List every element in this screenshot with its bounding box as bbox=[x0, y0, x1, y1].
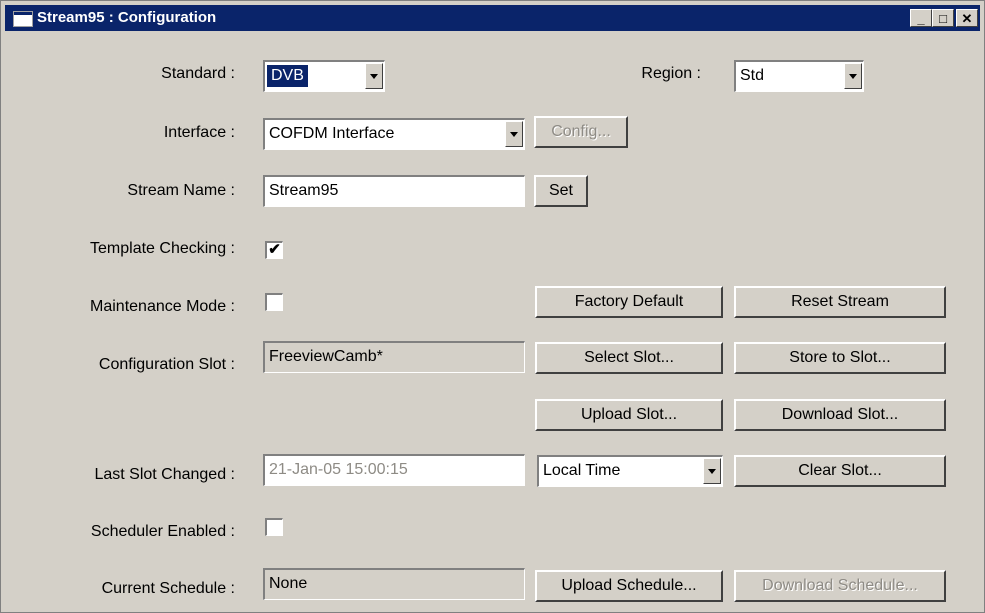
time-mode-value: Local Time bbox=[543, 462, 621, 479]
upload-schedule-button[interactable]: Upload Schedule... bbox=[535, 570, 723, 602]
reset-stream-button[interactable]: Reset Stream bbox=[734, 286, 946, 318]
interface-value: COFDM Interface bbox=[269, 125, 395, 142]
chevron-down-icon[interactable] bbox=[844, 63, 862, 89]
current-schedule-field: None bbox=[263, 568, 525, 600]
select-slot-button[interactable]: Select Slot... bbox=[535, 342, 723, 374]
upload-slot-button[interactable]: Upload Slot... bbox=[535, 399, 723, 431]
interface-label: Interface : bbox=[163, 124, 235, 141]
last-slot-changed-field: 21-Jan-05 15:00:15 bbox=[263, 454, 525, 486]
time-mode-select[interactable]: Local Time bbox=[537, 455, 723, 487]
scheduler-enabled-checkbox[interactable] bbox=[265, 518, 283, 536]
template-checking-label: Template Checking : bbox=[90, 240, 235, 257]
maintenance-mode-label: Maintenance Mode : bbox=[90, 298, 235, 315]
interface-select[interactable]: COFDM Interface bbox=[263, 118, 525, 150]
minimize-button[interactable]: _ bbox=[910, 9, 932, 27]
stream-name-label: Stream Name : bbox=[127, 182, 235, 199]
set-button[interactable]: Set bbox=[534, 175, 588, 207]
configuration-window: Stream95 : Configuration _ □ ✕ Standard … bbox=[0, 0, 985, 613]
configuration-slot-field: FreeviewCamb* bbox=[263, 341, 525, 373]
current-schedule-label: Current Schedule : bbox=[101, 580, 235, 597]
maximize-button[interactable]: □ bbox=[932, 9, 954, 27]
region-value: Std bbox=[740, 67, 765, 84]
standard-value: DVB bbox=[266, 64, 309, 88]
region-select[interactable]: Std bbox=[734, 60, 864, 92]
last-slot-changed-label: Last Slot Changed : bbox=[94, 466, 235, 483]
standard-select[interactable]: DVB bbox=[263, 60, 385, 92]
standard-label: Standard : bbox=[161, 65, 235, 82]
window-icon bbox=[13, 11, 33, 27]
configuration-slot-label: Configuration Slot : bbox=[98, 356, 235, 373]
title-bar[interactable]: Stream95 : Configuration _ □ ✕ bbox=[5, 5, 980, 31]
chevron-down-icon[interactable] bbox=[365, 63, 383, 89]
close-button[interactable]: ✕ bbox=[956, 9, 978, 27]
stream-name-input[interactable]: Stream95 bbox=[263, 175, 525, 207]
download-slot-button[interactable]: Download Slot... bbox=[734, 399, 946, 431]
window-title: Stream95 : Configuration bbox=[37, 9, 217, 26]
region-label: Region : bbox=[641, 65, 701, 82]
factory-default-button[interactable]: Factory Default bbox=[535, 286, 723, 318]
scheduler-enabled-label: Scheduler Enabled : bbox=[90, 523, 235, 540]
download-schedule-button[interactable]: Download Schedule... bbox=[734, 570, 946, 602]
chevron-down-icon[interactable] bbox=[703, 458, 721, 484]
maintenance-mode-checkbox[interactable] bbox=[265, 293, 283, 311]
clear-slot-button[interactable]: Clear Slot... bbox=[734, 455, 946, 487]
store-to-slot-button[interactable]: Store to Slot... bbox=[734, 342, 946, 374]
template-checking-checkbox[interactable]: ✔ bbox=[265, 241, 283, 259]
chevron-down-icon[interactable] bbox=[505, 121, 523, 147]
config-button[interactable]: Config... bbox=[534, 116, 628, 148]
